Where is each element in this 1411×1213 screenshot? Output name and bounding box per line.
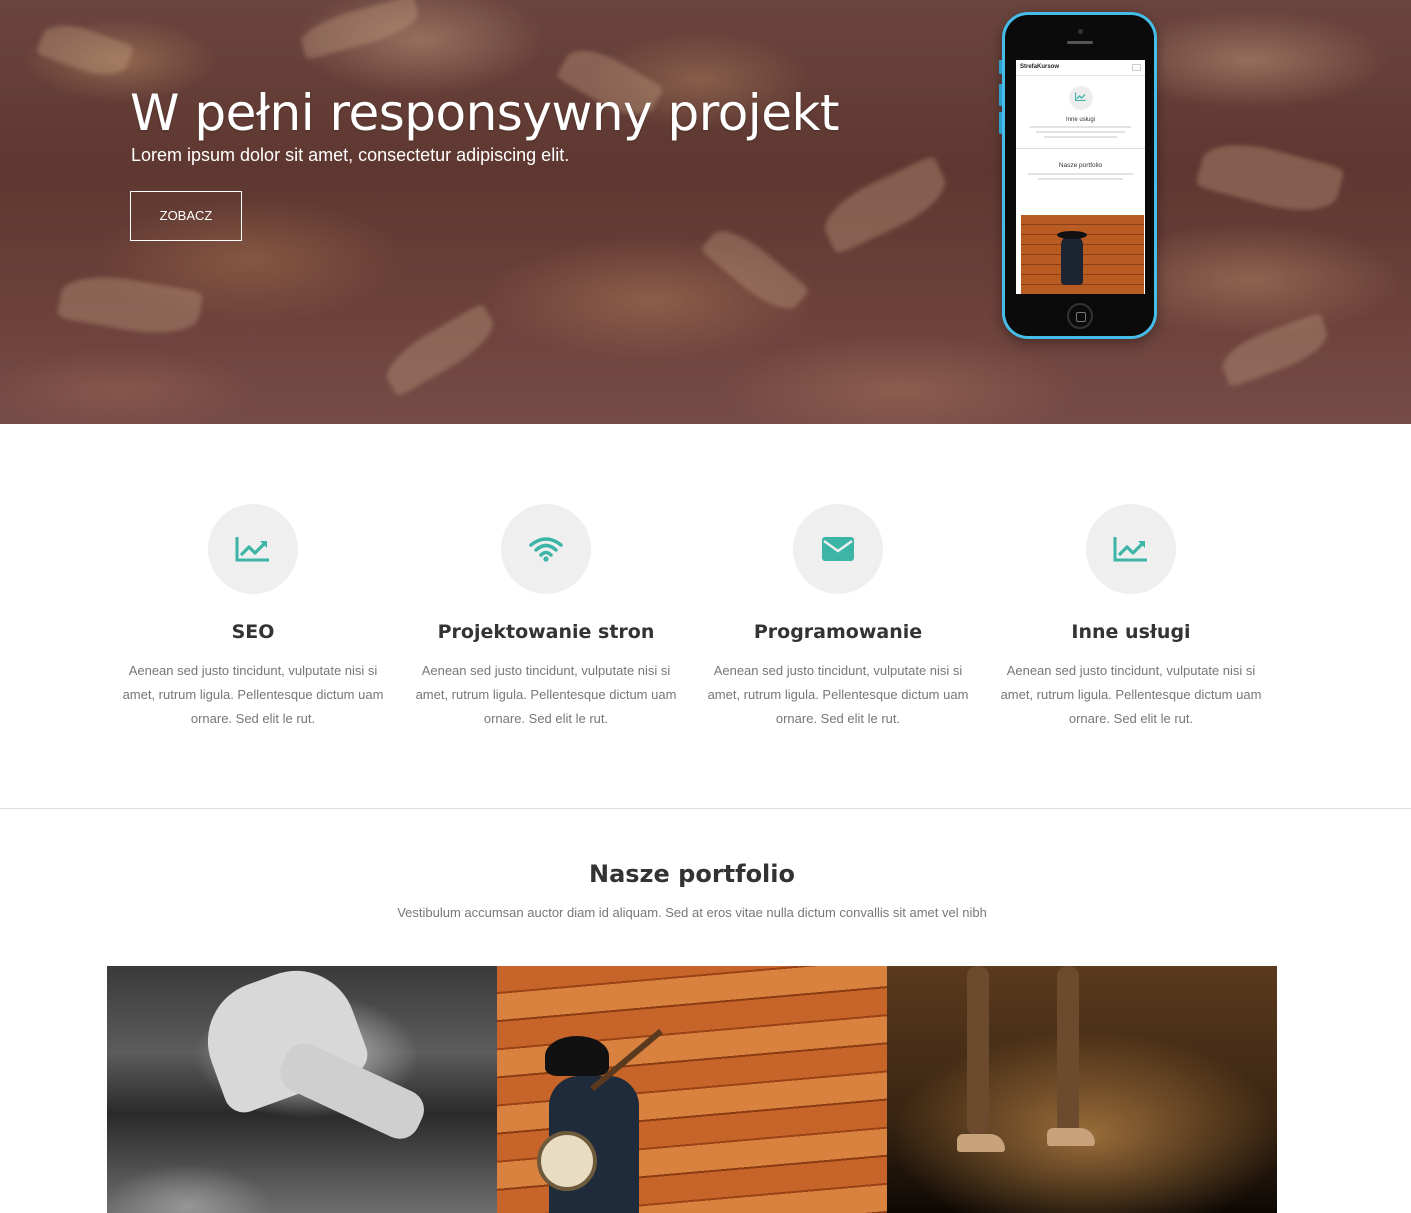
service-title: Inne usługi	[1071, 621, 1191, 643]
portfolio-title: Nasze portfolio	[588, 860, 795, 888]
hero-subtitle: Lorem ipsum dolor sit amet, consectetur …	[131, 145, 570, 165]
chart-line-icon	[208, 504, 298, 594]
phone-mockup: StrefaKursow Inne usługi Nasze portfolio	[999, 12, 1157, 339]
service-web-design: Projektowanie stron Aenean sed justo tin…	[411, 504, 681, 731]
service-programming: Programowanie Aenean sed justo tincidunt…	[703, 504, 973, 731]
portfolio-item-high-heels[interactable]	[887, 966, 1277, 1213]
chart-line-icon	[1068, 86, 1093, 110]
menu-icon	[1132, 64, 1141, 71]
chart-line-icon	[1086, 504, 1176, 594]
service-title: Programowanie	[753, 621, 923, 643]
service-text: Aenean sed justo tincidunt, vulputate ni…	[415, 663, 677, 726]
phone-screen-brand: StrefaKursow	[1016, 60, 1145, 76]
phone-screen-image	[1021, 215, 1144, 294]
hero-title: W pełni responsywny projekt	[130, 84, 840, 142]
hero-section: W pełni responsywny projekt Lorem ipsum …	[0, 0, 1411, 424]
section-divider	[0, 808, 1411, 809]
home-button-icon	[1067, 303, 1093, 329]
service-seo: SEO Aenean sed justo tincidunt, vulputat…	[118, 504, 388, 731]
envelope-icon	[793, 504, 883, 594]
service-title: SEO	[231, 621, 275, 643]
service-other: Inne usługi Aenean sed justo tincidunt, …	[996, 504, 1266, 731]
portfolio-subtitle: Vestibulum accumsan auctor diam id aliqu…	[397, 905, 987, 920]
phone-screen: StrefaKursow Inne usługi Nasze portfolio	[1016, 60, 1145, 294]
zobacz-button[interactable]: ZOBACZ	[130, 191, 242, 241]
portfolio-item-car-garage[interactable]	[107, 966, 497, 1213]
service-text: Aenean sed justo tincidunt, vulputate ni…	[122, 663, 384, 726]
services-section: SEO Aenean sed justo tincidunt, vulputat…	[0, 424, 1411, 808]
portfolio-item-banjo-player[interactable]	[497, 966, 887, 1213]
phone-screen-portfolio-title: Nasze portfolio	[1058, 162, 1103, 169]
service-title: Projektowanie stron	[437, 621, 655, 643]
service-text: Aenean sed justo tincidunt, vulputate ni…	[1000, 663, 1262, 726]
service-text: Aenean sed justo tincidunt, vulputate ni…	[707, 663, 969, 726]
wifi-icon	[501, 504, 591, 594]
phone-screen-section-title: Inne usługi	[1065, 117, 1096, 123]
